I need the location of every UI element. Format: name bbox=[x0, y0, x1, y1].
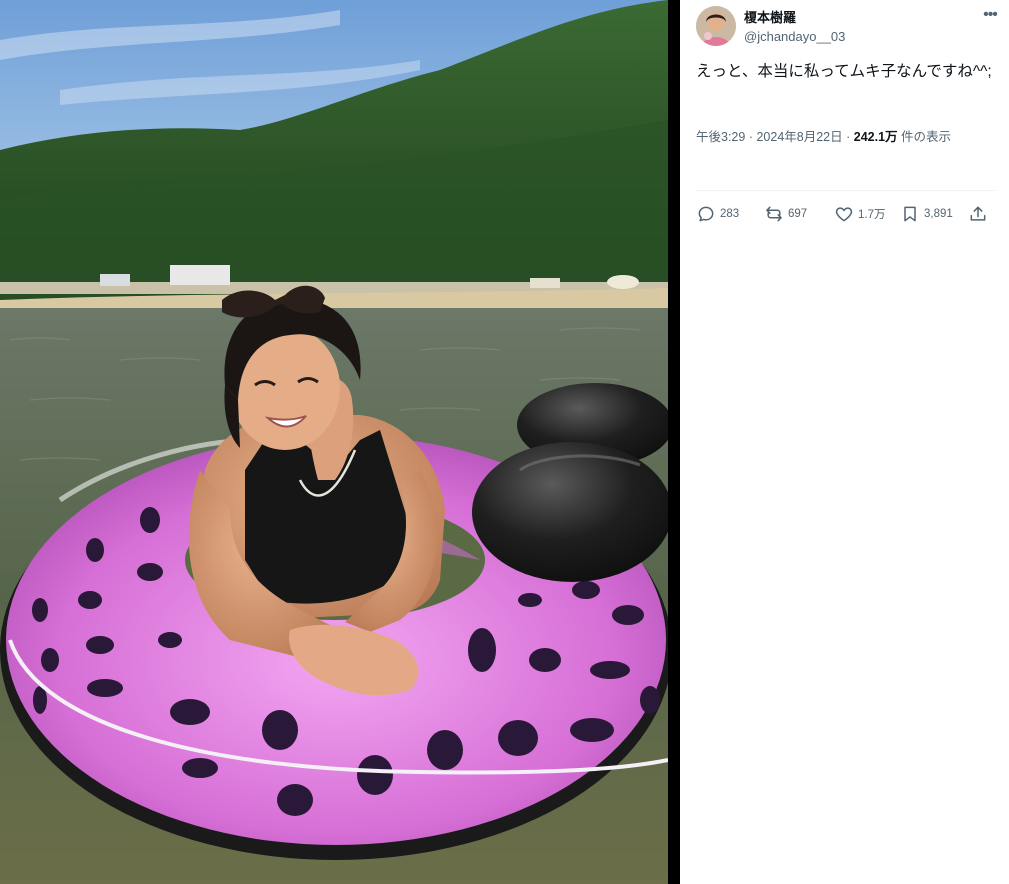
heart-icon bbox=[835, 207, 853, 222]
post-header: 榎本樹羅 @jchandayo__03 ••• bbox=[696, 6, 1000, 48]
post-text: えっと、本当に私ってムキ子なんですね^^; bbox=[696, 63, 992, 80]
share-button[interactable] bbox=[968, 202, 992, 226]
post-time[interactable]: 午後3:29 bbox=[696, 130, 745, 144]
views-count: 242.1万 bbox=[853, 130, 898, 144]
action-bar: 283 697 1.7万 3,891 bbox=[696, 202, 996, 226]
post-meta: 午後3:29 · 2024年8月22日 · 242.1万 件の表示 bbox=[696, 130, 952, 144]
post-detail-pane: 榎本樹羅 @jchandayo__03 ••• えっと、本当に私ってムキ子なんで… bbox=[680, 0, 1009, 884]
views-label: 件の表示 bbox=[901, 130, 952, 144]
author-handle[interactable]: @jchandayo__03 bbox=[744, 28, 845, 45]
media-divider bbox=[668, 0, 680, 884]
post-date[interactable]: 2024年8月22日 bbox=[756, 130, 842, 144]
author-names: 榎本樹羅 @jchandayo__03 bbox=[744, 9, 845, 45]
divider bbox=[696, 190, 996, 191]
bookmark-count: 3,891 bbox=[924, 208, 953, 220]
reply-icon bbox=[698, 206, 714, 222]
author-display-name[interactable]: 榎本樹羅 bbox=[744, 9, 845, 26]
reply-button[interactable]: 283 bbox=[696, 202, 739, 226]
share-icon bbox=[970, 206, 986, 221]
profile-photo-icon bbox=[696, 6, 736, 46]
more-horizontal-icon[interactable]: ••• bbox=[980, 7, 1000, 24]
bookmark-icon bbox=[904, 206, 916, 222]
repost-count: 697 bbox=[788, 208, 808, 220]
bookmark-button[interactable]: 3,891 bbox=[900, 202, 953, 226]
avatar[interactable] bbox=[696, 6, 736, 46]
repost-icon bbox=[766, 206, 782, 222]
like-button[interactable]: 1.7万 bbox=[834, 202, 886, 226]
like-count: 1.7万 bbox=[858, 209, 886, 221]
repost-button[interactable]: 697 bbox=[764, 202, 807, 226]
reply-count: 283 bbox=[720, 208, 740, 220]
post-photo[interactable] bbox=[0, 0, 668, 884]
